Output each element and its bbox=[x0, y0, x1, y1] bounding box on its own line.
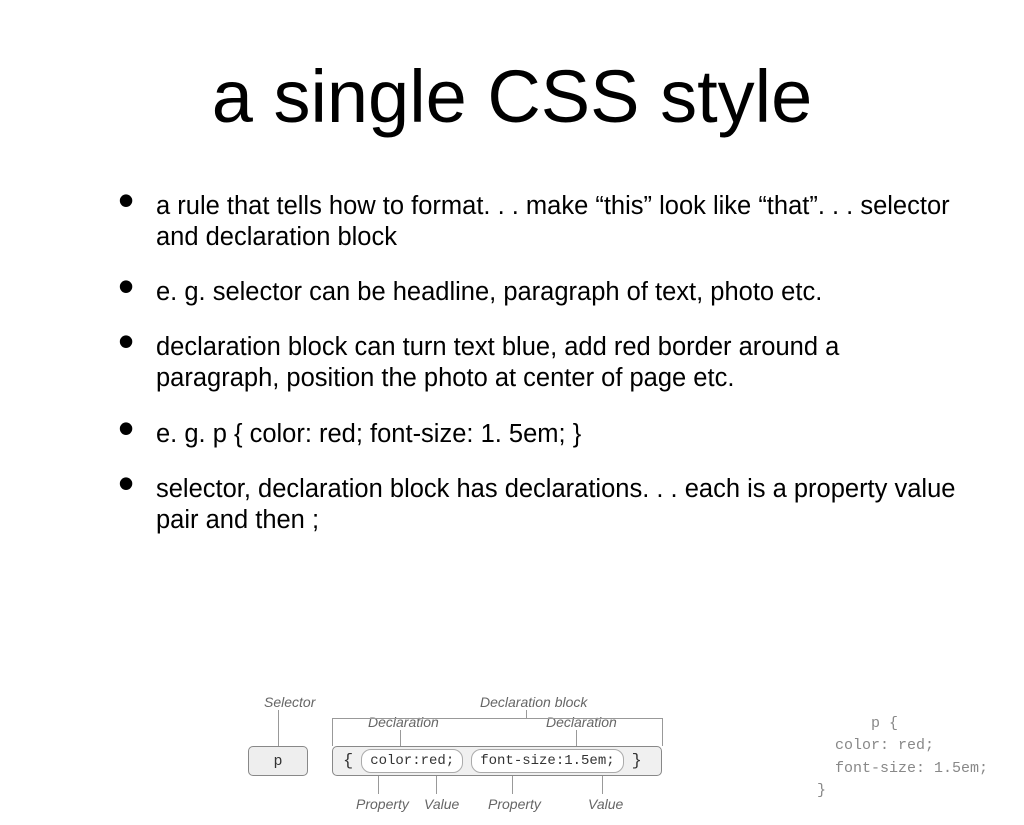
bullet-item: e. g. selector can be headline, paragrap… bbox=[118, 277, 964, 308]
connector-line bbox=[602, 776, 603, 794]
code-line: } bbox=[817, 782, 826, 799]
connector-line bbox=[332, 718, 662, 719]
code-sample: p { color: red;font-size: 1.5em;} bbox=[817, 690, 988, 825]
connector-line bbox=[526, 710, 527, 718]
connector-line bbox=[332, 718, 333, 746]
declaration-pill: color:red; bbox=[361, 749, 463, 773]
declaration-pill: font-size:1.5em; bbox=[471, 749, 623, 773]
label-declaration: Declaration bbox=[546, 714, 617, 730]
connector-line bbox=[436, 776, 437, 794]
slide-title: a single CSS style bbox=[0, 0, 1024, 139]
selector-box: p bbox=[248, 746, 308, 776]
connector-line bbox=[662, 718, 663, 746]
code-line: font-size: 1.5em; bbox=[835, 758, 988, 781]
label-property: Property bbox=[488, 796, 541, 812]
connector-line bbox=[512, 776, 513, 794]
connector-line bbox=[278, 710, 279, 746]
label-selector: Selector bbox=[264, 694, 315, 710]
label-declaration: Declaration bbox=[368, 714, 439, 730]
bullet-item: declaration block can turn text blue, ad… bbox=[118, 332, 964, 394]
connector-line bbox=[378, 776, 379, 794]
bullet-list: a rule that tells how to format. . . mak… bbox=[0, 191, 1024, 536]
code-line: p { bbox=[871, 715, 898, 732]
bullet-item: selector, declaration block has declarat… bbox=[118, 474, 964, 536]
bullet-item: e. g. p { color: red; font-size: 1. 5em;… bbox=[118, 419, 964, 450]
declaration-block-box: { color:red; font-size:1.5em; } bbox=[332, 746, 662, 776]
code-line: color: red; bbox=[835, 735, 988, 758]
css-rule-diagram: Selector Declaration block Declaration D… bbox=[248, 700, 778, 820]
slide: a single CSS style a rule that tells how… bbox=[0, 0, 1024, 768]
bullet-item: a rule that tells how to format. . . mak… bbox=[118, 191, 964, 253]
label-value: Value bbox=[424, 796, 459, 812]
label-declaration-block: Declaration block bbox=[480, 694, 587, 710]
label-property: Property bbox=[356, 796, 409, 812]
label-value: Value bbox=[588, 796, 623, 812]
